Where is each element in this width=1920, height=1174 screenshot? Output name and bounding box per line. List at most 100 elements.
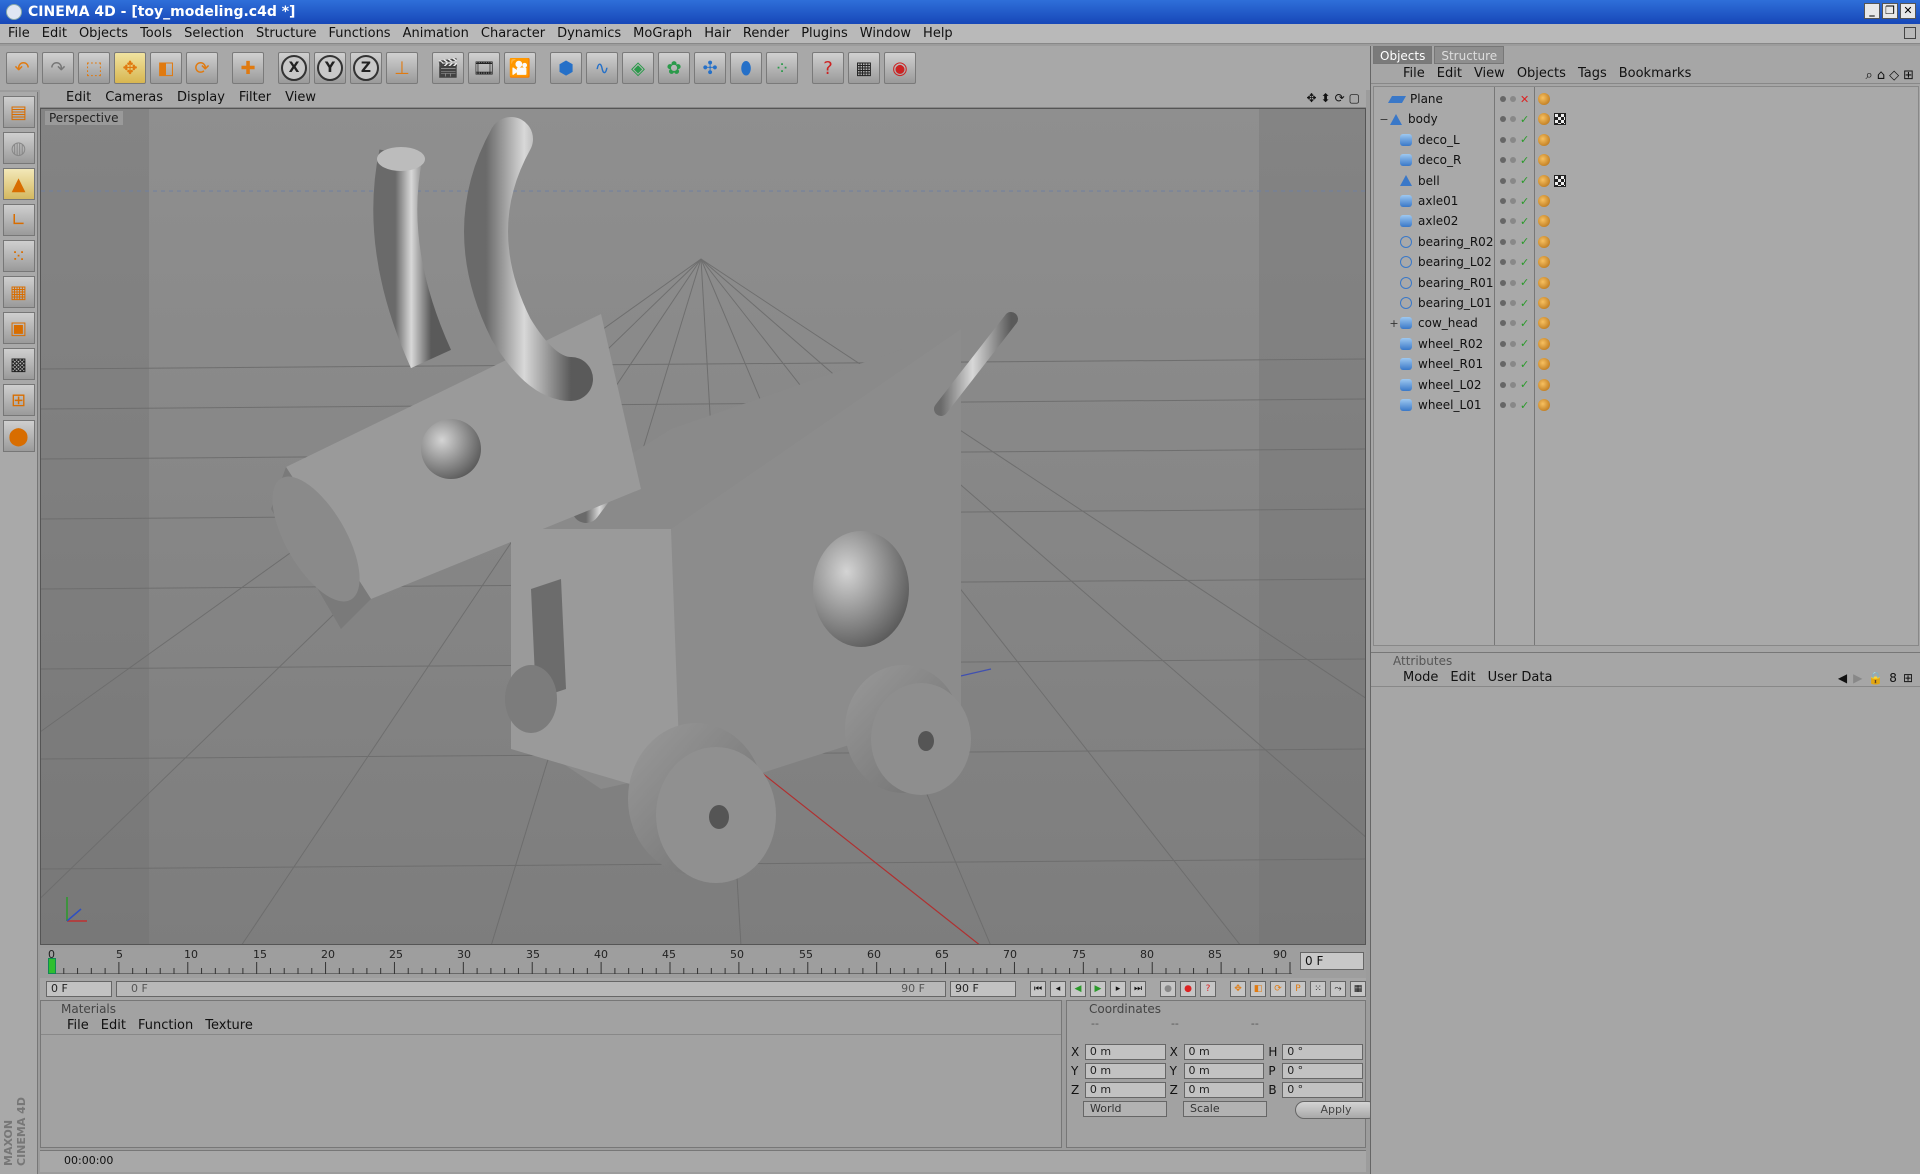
enabled-check-icon[interactable]: ✓ [1520, 215, 1529, 228]
timeline-icon[interactable]: ▦ [848, 52, 880, 84]
render-visibility-icon[interactable] [1510, 218, 1516, 225]
render-visibility-icon[interactable] [1510, 157, 1516, 164]
array-icon[interactable]: ✿ [658, 52, 690, 84]
size-x-field[interactable]: 0 m [1183, 1044, 1265, 1060]
help-icon[interactable]: ? [812, 52, 844, 84]
phong-tag-icon[interactable] [1538, 133, 1550, 146]
phong-tag-icon[interactable] [1538, 256, 1550, 269]
disabled-icon[interactable]: ✕ [1520, 93, 1529, 106]
editor-visibility-icon[interactable] [1500, 381, 1506, 388]
object-row[interactable]: wheel_L02 ✓ [1374, 375, 1920, 395]
render-visibility-icon[interactable] [1510, 116, 1516, 123]
current-frame-field[interactable]: 0 F [1300, 952, 1364, 970]
render-visibility-icon[interactable] [1510, 238, 1516, 245]
editor-visibility-icon[interactable] [1500, 320, 1506, 327]
viewport-menu-cameras[interactable]: Cameras [101, 90, 173, 105]
previous-key-icon[interactable]: ◂ [1050, 981, 1066, 997]
layout-restore-icon[interactable] [1904, 27, 1916, 39]
menu-plugins[interactable]: Plugins [799, 26, 858, 41]
attr-menu-edit[interactable]: Edit [1448, 670, 1485, 685]
object-row[interactable]: bearing_R02 ✓ [1374, 232, 1920, 252]
materials-menu-function[interactable]: Function [134, 1018, 201, 1033]
axis-icon[interactable]: ∟ [2, 204, 35, 236]
object-row[interactable]: Plane ✕ [1374, 89, 1920, 109]
points-icon[interactable]: ⁙ [2, 240, 35, 272]
scene-icon[interactable]: ⬮ [730, 52, 762, 84]
phong-tag-icon[interactable] [1538, 154, 1550, 167]
object-row[interactable]: deco_L ✓ [1374, 130, 1920, 150]
position-y-field[interactable]: 0 m [1084, 1063, 1166, 1079]
editor-visibility-icon[interactable] [1500, 340, 1506, 347]
menu-window[interactable]: Window [858, 26, 921, 41]
om-menu-file[interactable]: File [1401, 66, 1435, 81]
menu-file[interactable]: File [6, 26, 40, 41]
phong-tag-icon[interactable] [1538, 195, 1550, 207]
editor-visibility-icon[interactable] [1500, 198, 1506, 204]
enabled-check-icon[interactable]: ✓ [1520, 337, 1529, 350]
object-name[interactable]: body [1408, 112, 1504, 126]
range-slider[interactable]: 0 F 90 F [116, 981, 946, 997]
go-to-end-icon[interactable]: ⏭ [1130, 981, 1146, 997]
editor-visibility-icon[interactable] [1500, 361, 1506, 368]
frame-ruler[interactable]: 0 5 10 15 20 25 30 35 40 45 50 55 60 65 … [48, 948, 1292, 974]
new-manager-icon[interactable]: ⊞ [1903, 68, 1914, 83]
phong-tag-icon[interactable] [1538, 93, 1550, 105]
end-frame-field[interactable]: 90 F [950, 981, 1016, 997]
cube-icon[interactable]: ⬢ [550, 52, 582, 84]
menu-edit[interactable]: Edit [40, 26, 77, 41]
menu-objects[interactable]: Objects [77, 26, 138, 41]
record-disabled-icon[interactable]: ● [1160, 981, 1176, 997]
phong-tag-icon[interactable] [1538, 378, 1550, 391]
object-row[interactable]: bearing_L01 ✓ [1374, 293, 1920, 313]
enabled-check-icon[interactable]: ✓ [1520, 235, 1529, 248]
close-button[interactable]: ✕ [1900, 3, 1916, 19]
render-visibility-icon[interactable] [1510, 136, 1516, 143]
key-parameter-icon[interactable]: P [1290, 981, 1306, 997]
pan-icon[interactable]: ✥ [1306, 91, 1316, 105]
playhead[interactable] [48, 958, 56, 974]
menu-help[interactable]: Help [921, 26, 963, 41]
enabled-check-icon[interactable]: ✓ [1520, 133, 1529, 146]
key-points-icon[interactable]: ⁙ [1310, 981, 1326, 997]
editor-visibility-icon[interactable] [1500, 177, 1506, 184]
object-row[interactable]: axle01 ✓ [1374, 191, 1920, 211]
object-row[interactable]: deco_R ✓ [1374, 150, 1920, 170]
editor-visibility-icon[interactable] [1500, 96, 1506, 102]
back-arrow-icon[interactable]: ◀ [1838, 671, 1847, 685]
size-z-field[interactable]: 0 m [1183, 1082, 1265, 1098]
phong-tag-icon[interactable] [1538, 113, 1550, 126]
enabled-check-icon[interactable]: ✓ [1520, 256, 1529, 269]
key-scale-icon[interactable]: ◧ [1250, 981, 1266, 997]
attr-menu-user-data[interactable]: User Data [1486, 670, 1563, 685]
om-menu-bookmarks[interactable]: Bookmarks [1617, 66, 1702, 81]
rotate-icon[interactable]: ⟳ [186, 52, 218, 84]
editor-visibility-icon[interactable] [1500, 157, 1506, 164]
z-axis-icon[interactable]: Z [350, 52, 382, 84]
start-frame-field[interactable]: 0 F [46, 981, 112, 997]
menu-character[interactable]: Character [479, 26, 555, 41]
perspective-viewport[interactable]: Perspective [40, 108, 1366, 945]
editor-visibility-icon[interactable] [1500, 300, 1506, 306]
orbit-icon[interactable]: ⟳ [1335, 91, 1345, 105]
phong-tag-icon[interactable] [1538, 235, 1550, 248]
menu-render[interactable]: Render [741, 26, 799, 41]
link-icon[interactable]: 8 [1889, 671, 1897, 685]
nurbs-icon[interactable]: ◈ [622, 52, 654, 84]
enabled-check-icon[interactable]: ✓ [1520, 113, 1529, 126]
phong-tag-icon[interactable] [1538, 276, 1550, 289]
render-visibility-icon[interactable] [1510, 259, 1516, 266]
maximize-icon[interactable]: ▢ [1349, 91, 1360, 105]
editor-visibility-icon[interactable] [1500, 238, 1506, 245]
key-interpolation-icon[interactable]: ⤳ [1330, 981, 1346, 997]
object-row[interactable]: bearing_L02 ✓ [1374, 252, 1920, 272]
particle-icon[interactable]: ⁘ [766, 52, 798, 84]
editor-visibility-icon[interactable] [1500, 279, 1506, 286]
undo-icon[interactable]: ↶ [6, 52, 38, 84]
render-visibility-icon[interactable] [1510, 320, 1516, 327]
enabled-check-icon[interactable]: ✓ [1520, 154, 1529, 167]
menu-tools[interactable]: Tools [138, 26, 182, 41]
enabled-check-icon[interactable]: ✓ [1520, 317, 1529, 330]
object-row[interactable]: axle02 ✓ [1374, 211, 1920, 231]
viewport-menu-edit[interactable]: Edit [62, 90, 101, 105]
coordinate-system-icon[interactable]: ⊥ [386, 52, 418, 84]
